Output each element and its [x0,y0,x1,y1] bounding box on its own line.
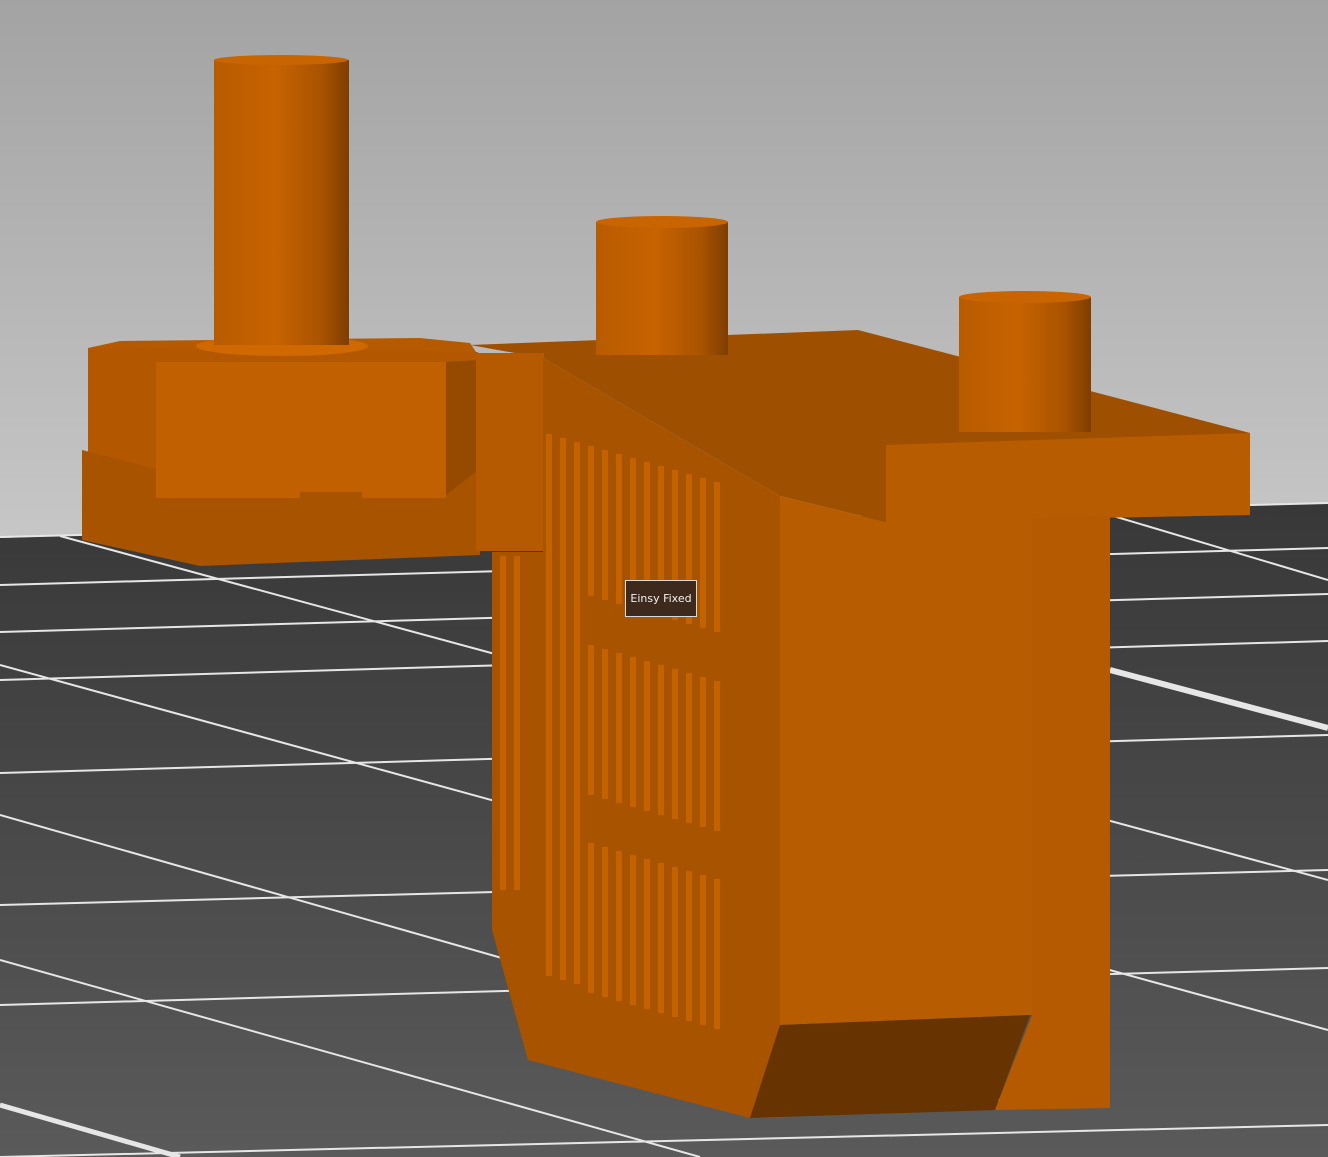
middle-cylinder [596,222,728,355]
bracket-connector [476,353,544,551]
right-cylinder-top [959,291,1091,303]
object-name-tooltip: Einsy Fixed [625,580,697,617]
right-cylinder [959,297,1091,432]
top-plate-front [886,433,1250,522]
enclosure-front [780,496,1032,1025]
left-base-face [156,362,446,498]
middle-cylinder-top [596,216,728,228]
left-base-tab [300,492,362,552]
tall-cylinder [214,60,349,345]
3d-viewport[interactable] [0,0,1328,1157]
enclosure-bottom-recess [750,1015,1030,1118]
tall-cylinder-top [214,55,348,65]
